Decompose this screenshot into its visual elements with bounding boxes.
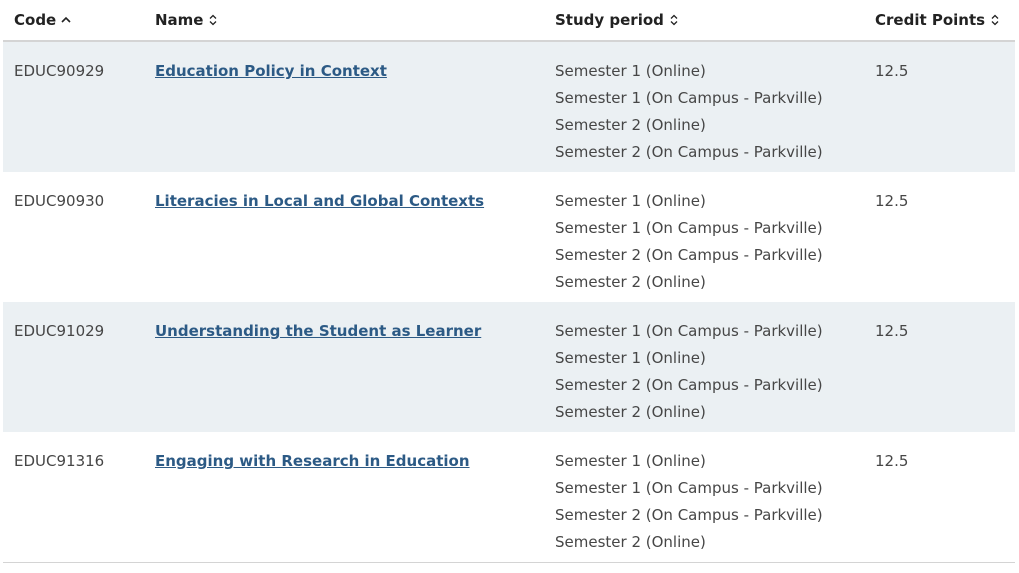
study-period-item: Semester 2 (On Campus - Parkville) <box>555 246 823 264</box>
header-label-code: Code <box>14 11 57 29</box>
header-cell-study-period: Study period <box>544 11 864 29</box>
study-period-item: Semester 1 (Online) <box>555 192 706 210</box>
credit-points: 12.5 <box>875 192 909 210</box>
subject-name-link[interactable]: Engaging with Research in Education <box>155 452 470 470</box>
sort-by-credit-points-button[interactable]: Credit Points <box>875 11 1015 29</box>
header-cell-credit-points: Credit Points <box>864 11 1015 29</box>
table-row: EDUC91316 Engaging with Research in Educ… <box>3 432 1015 562</box>
credit-points: 12.5 <box>875 62 909 80</box>
sort-unsorted-icon <box>207 13 219 27</box>
header-label-credit-points: Credit Points <box>875 11 986 29</box>
table-bottom-divider <box>3 562 1015 563</box>
study-period-item: Semester 1 (On Campus - Parkville) <box>555 219 823 237</box>
subject-code: EDUC91029 <box>14 322 105 340</box>
sort-by-name-button[interactable]: Name <box>155 11 544 29</box>
subject-name-link[interactable]: Education Policy in Context <box>155 62 387 80</box>
subject-name-link[interactable]: Literacies in Local and Global Contexts <box>155 192 484 210</box>
subject-name-cell: Engaging with Research in Education <box>144 448 544 562</box>
header-cell-name: Name <box>144 11 544 29</box>
study-period-item: Semester 1 (Online) <box>555 452 706 470</box>
credit-points: 12.5 <box>875 322 909 340</box>
study-period-item: Semester 2 (Online) <box>555 273 706 291</box>
study-period-item: Semester 2 (Online) <box>555 403 706 421</box>
subject-name-cell: Understanding the Student as Learner <box>144 318 544 432</box>
study-period-list: Semester 1 (Online) Semester 1 (On Campu… <box>544 448 864 562</box>
table-row: EDUC90930 Literacies in Local and Global… <box>3 172 1015 302</box>
study-period-item: Semester 1 (Online) <box>555 349 706 367</box>
study-period-item: Semester 1 (On Campus - Parkville) <box>555 89 823 107</box>
study-period-item: Semester 2 (Online) <box>555 533 706 551</box>
sort-ascending-icon <box>60 13 72 27</box>
sort-by-study-period-button[interactable]: Study period <box>555 11 864 29</box>
subject-code: EDUC90929 <box>14 62 105 80</box>
study-period-item: Semester 2 (On Campus - Parkville) <box>555 376 823 394</box>
study-period-item: Semester 1 (Online) <box>555 62 706 80</box>
study-period-item: Semester 2 (On Campus - Parkville) <box>555 506 823 524</box>
subject-code: EDUC90930 <box>14 192 105 210</box>
subject-code: EDUC91316 <box>14 452 105 470</box>
subject-name-cell: Literacies in Local and Global Contexts <box>144 188 544 302</box>
sort-unsorted-icon <box>668 13 680 27</box>
study-period-list: Semester 1 (Online) Semester 1 (On Campu… <box>544 58 864 172</box>
study-period-list: Semester 1 (Online) Semester 1 (On Campu… <box>544 188 864 302</box>
subjects-table: Code Name Study period Credit Points EDU… <box>3 0 1015 563</box>
study-period-item: Semester 1 (On Campus - Parkville) <box>555 479 823 497</box>
study-period-list: Semester 1 (On Campus - Parkville) Semes… <box>544 318 864 432</box>
study-period-item: Semester 1 (On Campus - Parkville) <box>555 322 823 340</box>
subject-name-link[interactable]: Understanding the Student as Learner <box>155 322 481 340</box>
study-period-item: Semester 2 (On Campus - Parkville) <box>555 143 823 161</box>
header-label-name: Name <box>155 11 204 29</box>
table-row: EDUC90929 Education Policy in Context Se… <box>3 42 1015 172</box>
header-cell-code: Code <box>3 11 144 29</box>
credit-points: 12.5 <box>875 452 909 470</box>
sort-unsorted-icon <box>989 13 1001 27</box>
study-period-item: Semester 2 (Online) <box>555 116 706 134</box>
sort-by-code-button[interactable]: Code <box>14 11 144 29</box>
subject-name-cell: Education Policy in Context <box>144 58 544 172</box>
table-row: EDUC91029 Understanding the Student as L… <box>3 302 1015 432</box>
table-header-row: Code Name Study period Credit Points <box>3 0 1015 42</box>
header-label-study-period: Study period <box>555 11 664 29</box>
